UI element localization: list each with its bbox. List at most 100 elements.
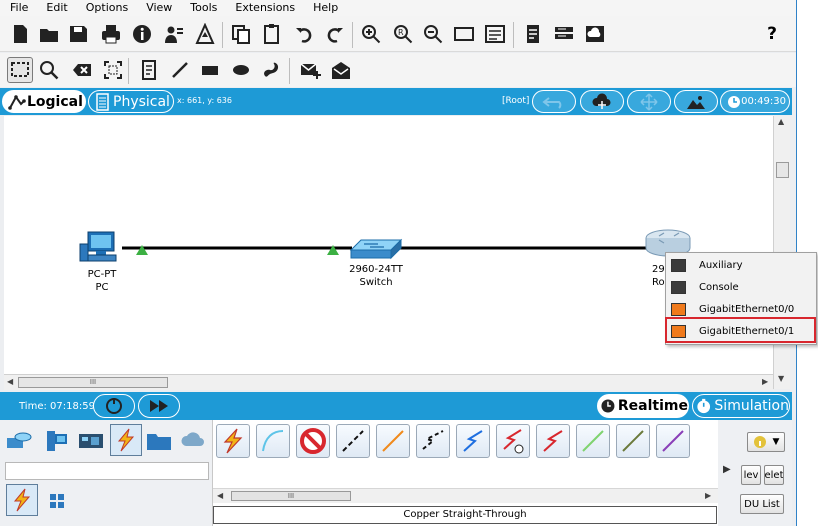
logical-topology-icon [8,94,26,110]
back-button[interactable] [532,90,576,113]
delete-icon[interactable] [70,58,94,82]
pdu-icon[interactable] [552,22,576,46]
redo-icon[interactable] [323,22,347,46]
components-icon[interactable] [76,426,106,456]
logical-workspace-canvas[interactable]: PC-PT PC 2960-24TT Switch 29 Ro [4,116,773,374]
menu-options[interactable]: Options [76,0,136,16]
canvas-horizontal-scrollbar[interactable]: ◀ III ▶ [4,374,773,390]
switch-device-icon[interactable] [349,238,403,260]
menu-view[interactable]: View [136,0,180,16]
menu-item-label: GigabitEthernet0/0 [699,303,795,315]
delete-scenario-button[interactable]: elet [764,465,784,485]
scroll-left-icon[interactable]: ◀ [7,377,13,386]
viewport-clock[interactable]: 00:49:30 [720,90,790,113]
zoom-reset-icon[interactable]: R [391,22,415,46]
resize-icon[interactable] [101,58,125,82]
place-note-icon[interactable] [137,58,161,82]
fiber-icon[interactable] [416,424,450,458]
pdu-list-button[interactable]: DU List [740,494,784,514]
menu-item-auxiliary[interactable]: Auxiliary [666,254,816,276]
undo-icon[interactable] [292,22,316,46]
menu-help[interactable]: Help [303,0,346,16]
add-simple-pdu-icon[interactable] [298,58,322,82]
connections-category-icon[interactable] [110,424,142,456]
print-icon[interactable] [99,22,123,46]
freeform-icon[interactable] [259,58,283,82]
new-scenario-button[interactable]: lev [741,465,761,485]
menu-tools[interactable]: Tools [180,0,225,16]
octal-cable-icon[interactable] [616,424,650,458]
console-cable-icon[interactable] [256,424,290,458]
tab-simulation[interactable]: Simulation [692,394,790,418]
selected-cable-name: Copper Straight-Through [213,506,717,524]
automatic-connection-icon[interactable] [216,424,250,458]
multiuser-icon[interactable] [178,426,208,456]
draw-ellipse-icon[interactable] [229,58,253,82]
serial-dte-icon[interactable] [576,424,610,458]
fast-forward-icon [150,400,168,412]
serial-dce-icon[interactable] [536,424,570,458]
miscellaneous-icon[interactable] [144,426,174,456]
vertical-scroll-thumb[interactable] [776,162,789,178]
network-devices-icon[interactable] [4,426,34,456]
zoom-in-icon[interactable] [359,22,383,46]
copy-icon[interactable] [229,22,253,46]
copper-cross-over-icon[interactable] [376,424,410,458]
iot-custom-cable-icon[interactable] [656,424,690,458]
coaxial-cable-icon[interactable] [496,424,530,458]
end-devices-icon[interactable] [40,426,70,456]
save-icon[interactable] [66,22,90,46]
move-object-button[interactable] [627,90,671,113]
main-toolbar: R ? [0,16,796,52]
menu-extensions[interactable]: Extensions [225,0,303,16]
no-connection-icon[interactable] [296,424,330,458]
draw-line-icon[interactable] [168,58,192,82]
tab-logical[interactable]: Logical [2,90,86,113]
horizontal-scroll-thumb[interactable]: III [18,377,168,388]
notes-icon[interactable] [521,22,545,46]
custom-devices-icon[interactable] [483,22,507,46]
menu-item-console[interactable]: Console [666,276,816,298]
device-search-input[interactable] [5,462,209,480]
new-cluster-button[interactable] [580,90,624,113]
inspect-icon[interactable] [37,58,61,82]
expand-arrow-icon[interactable]: ▶ [723,464,731,475]
grid-view-icon[interactable] [42,486,72,516]
paste-icon[interactable] [260,22,284,46]
scroll-left-icon[interactable]: ◀ [217,491,223,500]
zoom-out-icon[interactable] [421,22,445,46]
set-background-button[interactable] [674,90,718,113]
pc-label: PC-PT PC [82,268,122,294]
network-info-icon[interactable] [162,22,186,46]
copper-straight-through-icon[interactable] [336,424,370,458]
time-bar: Time: 07:18:59 Realtime Simulation [0,392,792,420]
connections-scrollbar[interactable]: ◀ III ▶ [213,488,718,503]
connection-type-icon[interactable] [6,484,38,516]
cloud-window-icon[interactable] [583,22,607,46]
fast-forward-button[interactable] [138,394,180,418]
activity-wizard-icon[interactable] [193,22,217,46]
tab-physical[interactable]: Physical [88,90,174,113]
scroll-right-icon[interactable]: ▶ [705,491,711,500]
draw-rectangle-icon[interactable] [198,58,222,82]
menu-file[interactable]: File [0,0,36,16]
tab-realtime[interactable]: Realtime [597,394,689,418]
menu-edit[interactable]: Edit [36,0,75,16]
pc-device-icon[interactable] [79,231,117,262]
power-cycle-button[interactable] [93,394,135,418]
scenario-select[interactable]: ▼ [747,432,785,452]
scroll-down-icon[interactable]: ▼ [778,374,784,383]
select-icon[interactable] [7,57,33,83]
drawing-palette-icon[interactable] [452,22,476,46]
connections-scroll-thumb[interactable]: III [231,491,351,501]
scroll-up-icon[interactable]: ▲ [778,117,784,126]
root-breadcrumb[interactable]: [Root] [502,96,529,106]
help-icon[interactable]: ? [760,22,784,46]
phone-cable-icon[interactable] [456,424,490,458]
info-icon[interactable] [130,22,154,46]
new-file-icon[interactable] [8,22,32,46]
landscape-icon [687,95,705,109]
open-folder-icon[interactable] [37,22,61,46]
scroll-right-icon[interactable]: ▶ [762,377,768,386]
add-complex-pdu-icon[interactable] [329,58,353,82]
